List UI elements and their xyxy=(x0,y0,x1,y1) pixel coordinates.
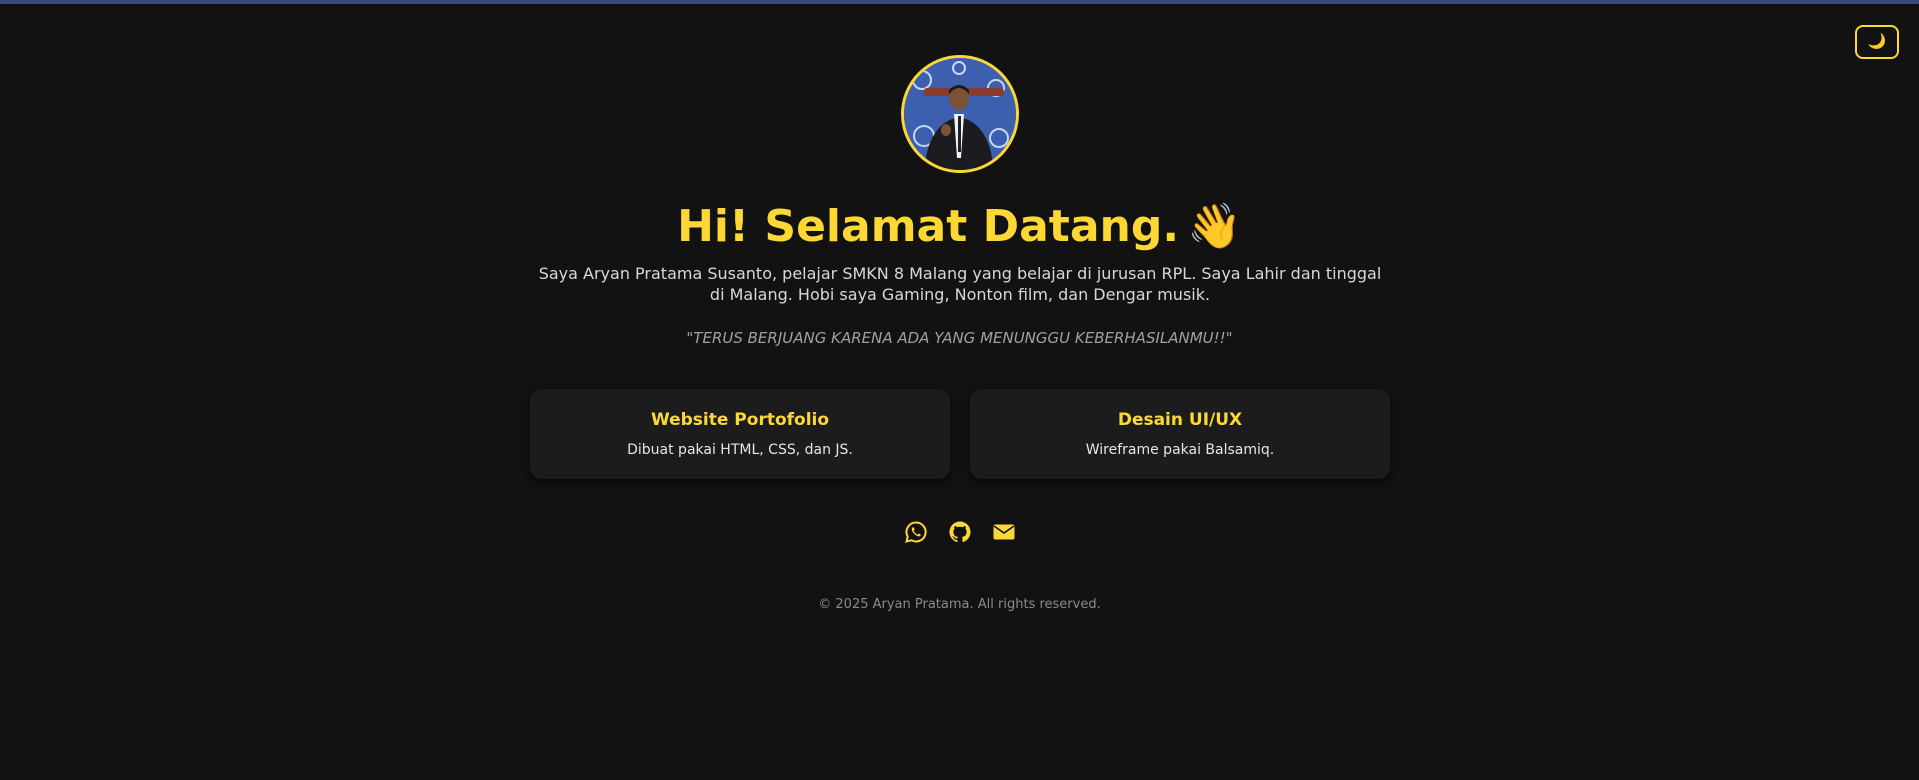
email-icon xyxy=(993,524,1014,540)
card-title: Desain UI/UX xyxy=(1117,410,1243,430)
theme-toggle-button[interactable]: 🌙 xyxy=(1855,25,1899,59)
project-card-uiux[interactable]: Desain UI/UX Wireframe pakai Balsamiq. xyxy=(970,389,1390,479)
card-description: Wireframe pakai Balsamiq. xyxy=(1085,442,1275,458)
github-link[interactable] xyxy=(948,520,972,544)
avatar xyxy=(901,55,1019,173)
welcome-heading: Hi! Selamat Datang. xyxy=(677,201,1180,252)
waving-hand-icon: 👋 xyxy=(1187,201,1242,252)
top-border xyxy=(0,0,1919,4)
page-title: Hi! Selamat Datang. 👋 xyxy=(0,196,1919,258)
motto-quote: "TERUS BERJUANG KARENA ADA YANG MENUNGGU… xyxy=(686,329,1233,347)
profile-photo xyxy=(904,58,1016,170)
card-description: Dibuat pakai HTML, CSS, dan JS. xyxy=(627,442,853,458)
copyright-footer: © 2025 Aryan Pratama. All rights reserve… xyxy=(818,597,1101,612)
social-links xyxy=(0,520,1919,544)
email-link[interactable] xyxy=(992,520,1016,544)
card-title: Website Portofolio xyxy=(650,410,830,430)
github-icon xyxy=(949,521,970,543)
moon-icon: 🌙 xyxy=(1867,33,1887,50)
bio-text: Saya Aryan Pratama Susanto, pelajar SMKN… xyxy=(538,264,1382,304)
whatsapp-link[interactable] xyxy=(904,520,928,544)
whatsapp-icon xyxy=(904,521,927,543)
project-card-portfolio[interactable]: Website Portofolio Dibuat pakai HTML, CS… xyxy=(530,389,950,479)
